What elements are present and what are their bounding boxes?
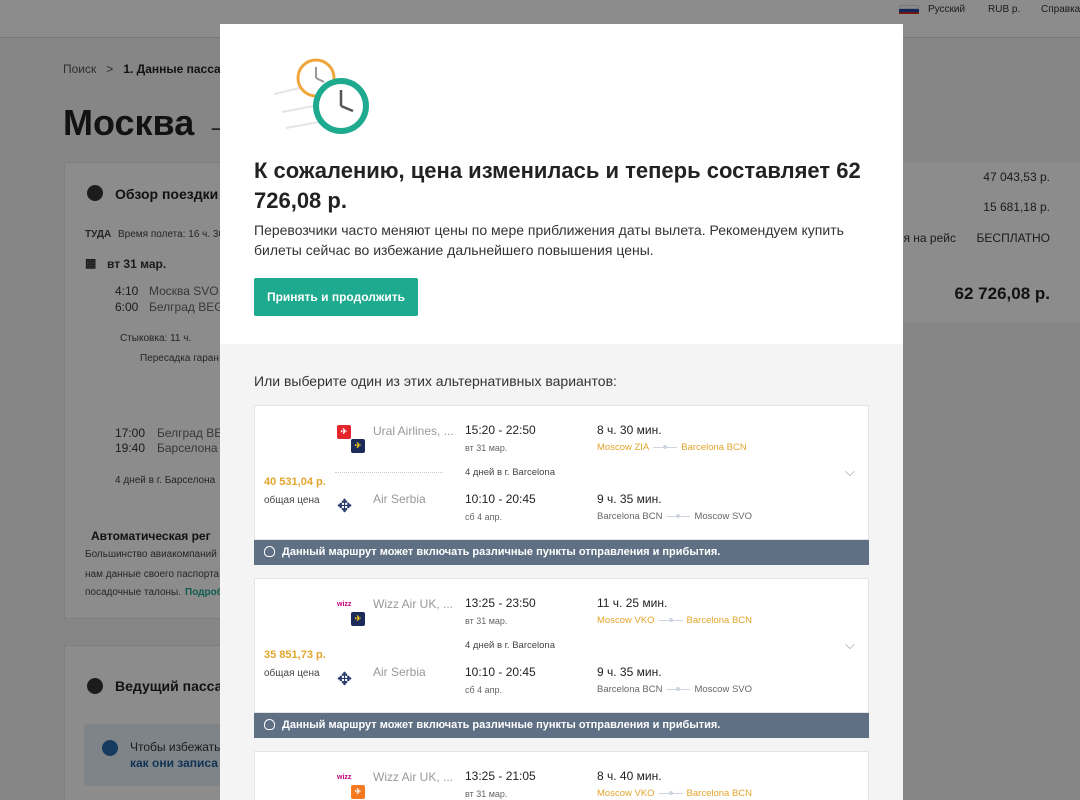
route-line [653,445,678,449]
outbound-time: 13:25 - 21:05 [465,769,536,783]
outbound-airline: Wizz Air UK, ... [373,597,454,611]
modal-header-section: К сожалению, цена изменилась и теперь со… [220,24,903,344]
return-to: Moscow SVO [694,684,753,695]
return-time: 10:10 - 20:45 [465,492,536,506]
air-serbia-logo-icon: ✥ [337,496,353,516]
return-route: Barcelona BCN Moscow SVO [597,684,752,695]
outbound-time: 13:25 - 23:50 [465,596,536,610]
route-warning-banner: Данный маршрут может включать различные … [254,540,869,565]
outbound-date: вт 31 мар. [465,443,508,453]
route-warning-text: Данный маршрут может включать различные … [282,546,721,558]
return-route: Barcelona BCN Moscow SVO [597,511,752,522]
alternative-option-3[interactable]: wizz ✈ Wizz Air UK, ... 13:25 - 21:05 вт… [254,751,869,800]
outbound-to: Barcelona BCN [686,788,753,799]
outbound-date: вт 31 мар. [465,616,508,626]
price-change-modal: К сожалению, цена изменилась и теперь со… [220,24,903,800]
outbound-date: вт 31 мар. [465,789,508,799]
alternatives-heading: Или выберите один из этих альтернативных… [254,373,617,389]
option-price: 40 531,04 р. [264,476,326,488]
outbound-from: Moscow ZIA [597,442,650,453]
modal-heading: К сожалению, цена изменилась и теперь со… [254,158,861,213]
route-line [658,791,683,795]
option-price: 35 851,73 р. [264,649,326,661]
outbound-from: Moscow VKO [597,788,655,799]
route-line [666,514,691,518]
air-serbia-logo-icon: ✥ [337,669,353,689]
wizz-air-logo-icon: wizz [337,771,351,785]
outbound-to: Barcelona BCN [681,442,747,453]
accept-continue-button[interactable]: Принять и продолжить [254,278,418,316]
return-to: Moscow SVO [694,511,753,522]
outbound-route: Moscow VKO Barcelona BCN [597,615,752,626]
clock-icon [273,58,369,134]
route-line [666,687,691,691]
wizz-air-logo-icon: wizz [337,598,351,612]
return-from: Barcelona BCN [597,511,663,522]
return-date: сб 4 апр. [465,685,503,695]
outbound-to: Barcelona BCN [686,615,753,626]
outbound-airline: Wizz Air UK, ... [373,770,454,784]
outbound-duration: 11 ч. 25 мин. [597,596,668,610]
chevron-down-icon[interactable]: ⌵ [845,637,855,653]
chevron-down-icon[interactable]: ⌵ [845,464,855,480]
stay-duration: 4 дней в г. Barcelona [465,640,555,651]
return-duration: 9 ч. 35 мин. [597,492,662,506]
outbound-airline: Ural Airlines, ... [373,424,454,438]
divider [335,472,443,473]
outbound-duration: 8 ч. 40 мин. [597,769,662,783]
outbound-route: Moscow VKO Barcelona BCN [597,788,752,799]
alternative-option-1[interactable]: ✈ ✈ Ural Airlines, ... 15:20 - 22:50 вт … [254,405,869,540]
outbound-route: Moscow ZIA Barcelona BCN [597,442,747,453]
route-warning-text: Данный маршрут может включать различные … [282,719,721,731]
alternative-option-2[interactable]: wizz ✈ Wizz Air UK, ... 13:25 - 23:50 вт… [254,578,869,713]
route-line [658,618,683,622]
ural-airlines-logo-icon: ✈ [337,425,351,439]
price-label: общая цена [264,495,320,506]
return-airline: Air Serbia [373,492,426,506]
outbound-duration: 8 ч. 30 мин. [597,423,662,437]
lightbulb-icon [264,546,275,557]
return-from: Barcelona BCN [597,684,663,695]
outbound-from: Moscow VKO [597,615,655,626]
stay-duration: 4 дней в г. Barcelona [465,467,555,478]
airline-logo-icon: ✈ [351,785,365,799]
route-warning-banner: Данный маршрут может включать различные … [254,713,869,738]
return-time: 10:10 - 20:45 [465,665,536,679]
lightbulb-icon [264,719,275,730]
outbound-time: 15:20 - 22:50 [465,423,536,437]
return-airline: Air Serbia [373,665,426,679]
return-date: сб 4 апр. [465,512,503,522]
modal-description: Перевозчики часто меняют цены по мере пр… [254,222,844,258]
ryanair-logo-icon: ✈ [351,439,365,453]
price-label: общая цена [264,668,320,679]
return-duration: 9 ч. 35 мин. [597,665,662,679]
ryanair-logo-icon: ✈ [351,612,365,626]
